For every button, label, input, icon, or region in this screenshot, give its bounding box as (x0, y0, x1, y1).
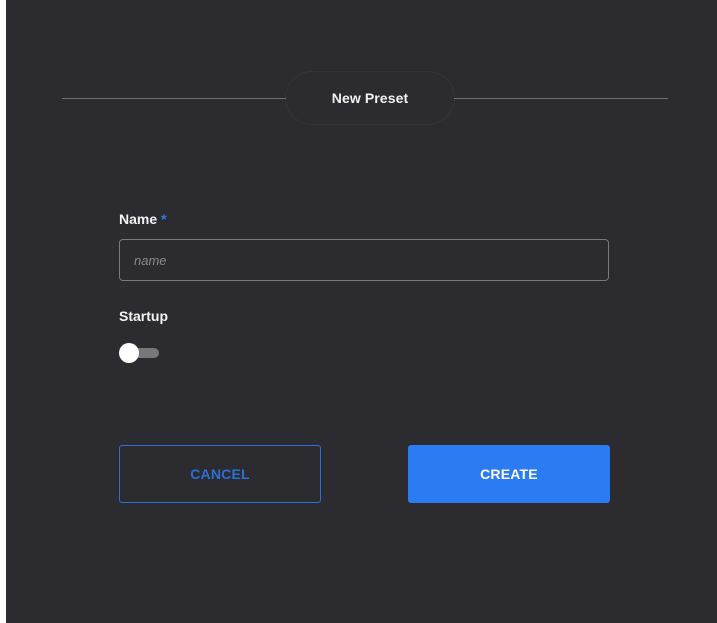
header-divider-left (62, 98, 292, 99)
create-button[interactable]: CREATE (408, 445, 610, 503)
startup-field-label: Startup (119, 308, 168, 324)
name-label-text: Name (119, 211, 158, 227)
dialog-title-pill: New Preset (286, 72, 454, 124)
new-preset-dialog: New Preset Name* Startup CANCEL CREATE (6, 0, 717, 623)
name-field-label: Name * (119, 211, 167, 227)
header-divider-right (448, 98, 668, 99)
required-marker: * (161, 211, 167, 227)
name-input[interactable] (119, 239, 609, 281)
cancel-button[interactable]: CANCEL (119, 445, 321, 503)
dialog-header: New Preset (62, 72, 668, 126)
startup-toggle[interactable] (119, 343, 161, 363)
toggle-knob (119, 343, 139, 363)
dialog-title: New Preset (331, 90, 409, 106)
